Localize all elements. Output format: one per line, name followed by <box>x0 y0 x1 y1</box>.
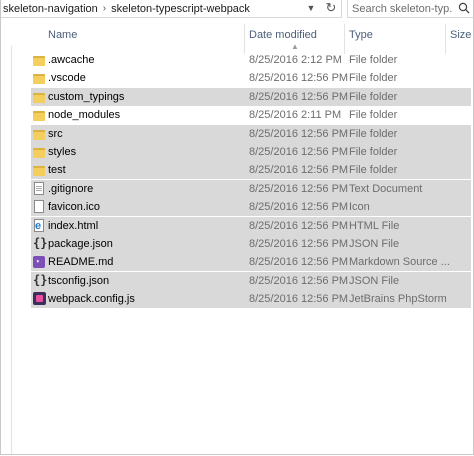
file-type: File folder <box>349 109 398 121</box>
file-row[interactable]: styles 8/25/2016 12:56 PM File folder <box>31 143 471 161</box>
file-name: README.md <box>48 256 114 268</box>
folder-icon <box>33 90 47 104</box>
file-date: 8/25/2016 12:56 PM <box>249 238 349 250</box>
file-date: 8/25/2016 12:56 PM <box>249 220 349 232</box>
file-name: .vscode <box>48 72 86 84</box>
folder-icon <box>33 71 47 85</box>
file-name: src <box>48 128 63 140</box>
file-type: File folder <box>349 146 398 158</box>
file-type: Markdown Source ... <box>349 256 450 268</box>
file-date: 8/25/2016 12:56 PM <box>249 91 349 103</box>
file-name: custom_typings <box>48 91 125 103</box>
file-date: 8/25/2016 12:56 PM <box>249 164 349 176</box>
column-date-modified[interactable]: Date modified <box>249 24 317 46</box>
file-row[interactable]: favicon.ico 8/25/2016 12:56 PM Icon <box>31 198 471 216</box>
file-date: 8/25/2016 12:56 PM <box>249 72 349 84</box>
file-name: .gitignore <box>48 183 94 195</box>
folder-icon <box>33 108 47 122</box>
file-name: test <box>48 164 66 176</box>
file-type: File folder <box>349 164 398 176</box>
column-size[interactable]: Size <box>450 24 471 46</box>
file-name: favicon.ico <box>48 201 100 213</box>
file-type: File folder <box>349 128 398 140</box>
html-file-icon: e <box>33 219 47 233</box>
folder-icon <box>33 53 47 67</box>
image-file-icon <box>33 200 47 214</box>
refresh-icon[interactable]: ↻ <box>323 0 339 16</box>
file-date: 8/25/2016 2:12 PM <box>249 54 342 66</box>
column-name[interactable]: Name <box>48 24 77 46</box>
file-type: JetBrains PhpStorm <box>349 293 447 305</box>
file-row[interactable]: {} tsconfig.json 8/25/2016 12:56 PM JSON… <box>31 272 471 290</box>
file-row[interactable]: ⋆ README.md 8/25/2016 12:56 PM Markdown … <box>31 253 471 271</box>
breadcrumb-separator[interactable]: › <box>100 3 109 14</box>
file-name: .awcache <box>48 54 95 66</box>
search-box[interactable]: Search skeleton-typ... <box>347 0 474 18</box>
file-type: File folder <box>349 54 398 66</box>
column-type[interactable]: Type <box>349 24 373 46</box>
explorer-window: skeleton-navigation › skeleton-typescrip… <box>0 0 474 455</box>
file-date: 8/25/2016 12:56 PM <box>249 293 349 305</box>
file-type: JSON File <box>349 275 400 287</box>
folder-icon <box>33 145 47 159</box>
file-row[interactable]: .awcache 8/25/2016 2:12 PM File folder <box>31 51 471 69</box>
file-row[interactable]: src 8/25/2016 12:56 PM File folder <box>31 125 471 143</box>
file-name: webpack.config.js <box>48 293 135 305</box>
file-date: 8/25/2016 12:56 PM <box>249 146 349 158</box>
text-document-icon <box>33 182 47 196</box>
file-date: 8/25/2016 12:56 PM <box>249 275 349 287</box>
file-type: JSON File <box>349 238 400 250</box>
file-type: Icon <box>349 201 370 213</box>
file-date: 8/25/2016 12:56 PM <box>249 128 349 140</box>
file-date: 8/25/2016 2:11 PM <box>249 109 342 121</box>
column-divider[interactable] <box>244 24 245 54</box>
json-file-icon: {} <box>33 273 48 287</box>
breadcrumb-parent[interactable]: skeleton-navigation <box>1 3 100 15</box>
file-row[interactable]: e index.html 8/25/2016 12:56 PM HTML Fil… <box>31 217 471 235</box>
file-row[interactable]: {} package.json 8/25/2016 12:56 PM JSON … <box>31 235 471 253</box>
breadcrumb-current[interactable]: skeleton-typescript-webpack <box>109 3 252 15</box>
file-name: node_modules <box>48 109 121 121</box>
phpstorm-file-icon <box>33 292 47 306</box>
file-name: package.json <box>48 238 113 250</box>
column-header: Name ▲ Date modified Type Size <box>1 24 473 54</box>
address-bar[interactable]: skeleton-navigation › skeleton-typescrip… <box>1 0 342 18</box>
search-input[interactable]: Search skeleton-typ... <box>348 3 452 15</box>
file-date: 8/25/2016 12:56 PM <box>249 256 349 268</box>
file-row[interactable]: .vscode 8/25/2016 12:56 PM File folder <box>31 69 471 87</box>
column-divider[interactable] <box>445 24 446 54</box>
file-row[interactable]: custom_typings 8/25/2016 12:56 PM File f… <box>31 88 471 106</box>
file-row[interactable]: node_modules 8/25/2016 2:11 PM File fold… <box>31 106 471 124</box>
file-type: HTML File <box>349 220 400 232</box>
search-icon[interactable] <box>458 2 470 14</box>
file-date: 8/25/2016 12:56 PM <box>249 201 349 213</box>
column-divider[interactable] <box>344 24 345 54</box>
folder-icon <box>33 127 47 141</box>
file-type: File folder <box>349 91 398 103</box>
file-row[interactable]: webpack.config.js 8/25/2016 12:56 PM Jet… <box>31 290 471 308</box>
file-name: tsconfig.json <box>48 275 110 287</box>
file-name: index.html <box>48 220 99 232</box>
file-type: Text Document <box>349 183 423 195</box>
pane-divider <box>11 46 12 454</box>
file-type: File folder <box>349 72 398 84</box>
file-date: 8/25/2016 12:56 PM <box>249 183 349 195</box>
file-row[interactable]: test 8/25/2016 12:56 PM File folder <box>31 161 471 179</box>
folder-icon <box>33 163 47 177</box>
file-name: styles <box>48 146 77 158</box>
file-row[interactable]: .gitignore 8/25/2016 12:56 PM Text Docum… <box>31 180 471 198</box>
markdown-file-icon: ⋆ <box>33 255 47 269</box>
json-file-icon: {} <box>33 236 48 250</box>
chevron-down-icon[interactable]: ▼ <box>305 1 317 15</box>
